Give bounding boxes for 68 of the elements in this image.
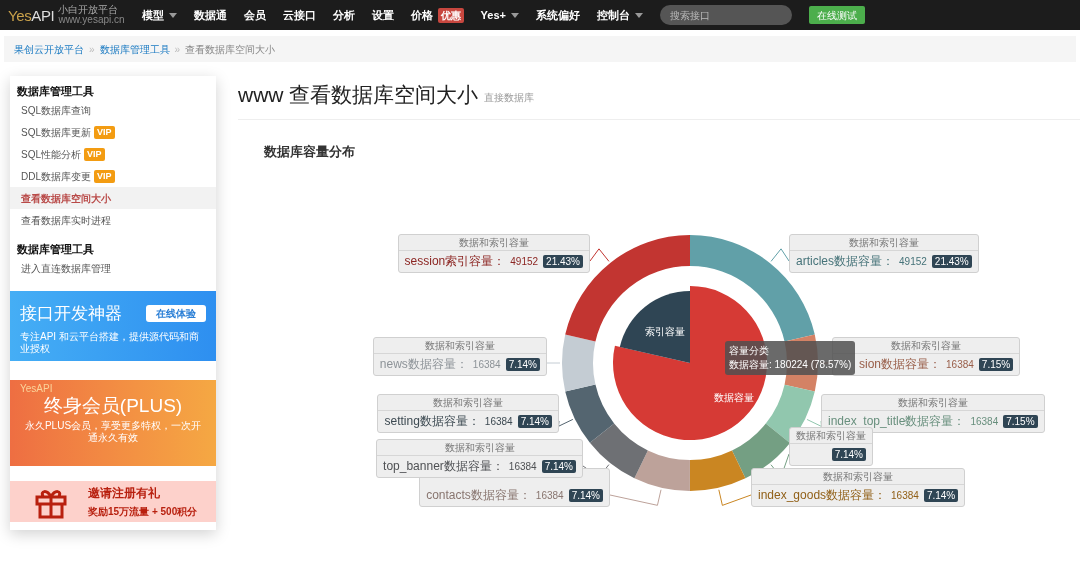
banner-subtitle: 永久PLUS会员，享受更多特权，一次开通永久有效 xyxy=(23,420,203,444)
breadcrumb-separator: » xyxy=(89,42,95,57)
sidebar-item-label: SQL性能分析 xyxy=(21,147,81,162)
percent-badge: 7.14% xyxy=(541,459,576,473)
label-name: index_top_title数据容量： xyxy=(828,413,966,430)
label-name: setting数据容量： xyxy=(384,413,480,430)
sidebar-item-label: 查看数据库空间大小 xyxy=(21,191,111,206)
banner-title: 终身会员(PLUS) xyxy=(43,394,183,418)
percent-badge: 7.14% xyxy=(923,488,959,502)
sidebar-section-title: 数据库管理工具 xyxy=(16,83,95,99)
discount-badge: 优惠 xyxy=(437,7,464,23)
vip-badge: VIP xyxy=(94,169,115,183)
banner-title: 邀请注册有礼 xyxy=(88,485,161,502)
page-title: www 查看数据库空间大小 xyxy=(238,84,479,105)
percent-badge: 7.14% xyxy=(517,414,552,428)
label-header: 数据和索引容量 xyxy=(752,468,965,485)
logo-url: www.yesapi.cn xyxy=(58,15,125,25)
label-header: 数据和索引容量 xyxy=(790,234,978,251)
label-header: 数据和索引容量 xyxy=(373,337,546,354)
vip-badge: VIP xyxy=(94,125,115,139)
percent-badge: 7.15% xyxy=(978,357,1014,371)
label-header: 数据和索引容量 xyxy=(377,439,582,456)
label-value: 16384 xyxy=(472,357,501,372)
label-name: session索引容量： xyxy=(404,253,506,270)
label-value: 16384 xyxy=(946,357,974,372)
label-header: 数据和索引容量 xyxy=(822,394,1044,411)
banner-title: 接口开发神器 xyxy=(20,303,122,325)
sidebar-item-label: 查看数据库实时进程 xyxy=(21,213,111,228)
sidebar-item-label: SQL数据库查询 xyxy=(21,103,91,118)
pie-slice-label: 数据容量 xyxy=(713,391,754,403)
breadcrumb-separator: » xyxy=(174,42,181,57)
percent-badge: 7.14% xyxy=(831,447,866,461)
percent-badge: 7.15% xyxy=(1003,414,1038,428)
label-name: articles数据容量： xyxy=(796,253,894,270)
label-value: 16384 xyxy=(484,414,513,429)
breadcrumb-current: 查看数据库空间大小 xyxy=(185,42,276,57)
sidebar-section-title: 数据库管理工具 xyxy=(16,241,95,257)
section-title: 数据库容量分布 xyxy=(264,143,356,161)
tooltip-title: 容量分类 xyxy=(729,343,770,358)
sidebar-item-label: DDL数据库变更 xyxy=(21,169,91,184)
label-value: 16384 xyxy=(970,414,999,429)
pie-slice-label: 索引容量 xyxy=(645,325,686,337)
label-value: 49152 xyxy=(899,254,927,269)
logo-tagline: 小白开放平台 xyxy=(58,5,119,15)
label-name: news数据容量： xyxy=(379,356,468,373)
label-value: 49152 xyxy=(510,254,539,269)
label-value: 16384 xyxy=(891,488,919,503)
label-header: 数据和索引容量 xyxy=(790,427,872,444)
label-name: top_banner数据容量： xyxy=(383,458,504,475)
label-header: 数据和索引容量 xyxy=(378,394,558,411)
label-name: contacts数据容量： xyxy=(426,487,531,504)
banner-logo: YesAPI xyxy=(20,383,53,394)
percent-badge: 21.43% xyxy=(931,254,972,268)
label-value: 16384 xyxy=(535,488,564,503)
percent-badge: 21.43% xyxy=(543,254,583,268)
label-value: 16384 xyxy=(508,459,537,474)
banner-subtitle: 专注API 和云平台搭建，提供源代码和商业授权 xyxy=(20,330,200,355)
banner-subtitle: 奖励15万流量 + 500积分 xyxy=(88,505,198,519)
vip-badge: VIP xyxy=(84,147,105,161)
percent-badge: 7.14% xyxy=(505,357,540,371)
label-header: 数据和索引容量 xyxy=(398,234,589,251)
tooltip-value: 数据容量: 180224 (78.57%) xyxy=(729,357,852,372)
percent-badge: 7.14% xyxy=(568,488,603,502)
page-subtitle: 直接数据库 xyxy=(484,91,535,105)
sidebar-item-label: SQL数据库更新 xyxy=(21,125,91,140)
label-name: index_goods数据容量： xyxy=(758,487,887,504)
sidebar-item-label: 进入直连数据库管理 xyxy=(21,261,111,276)
label-name: sion数据容量： xyxy=(859,356,941,373)
